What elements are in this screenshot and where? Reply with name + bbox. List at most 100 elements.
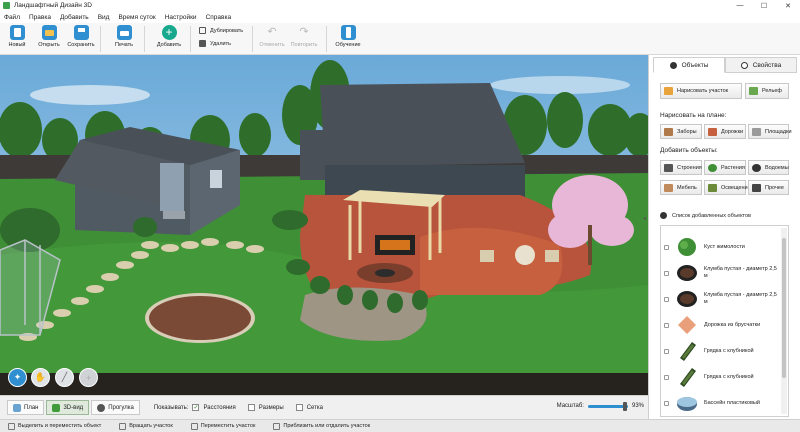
ruler-icon: ╱: [61, 372, 68, 382]
sizes-checkbox[interactable]: Размеры: [247, 404, 284, 411]
lock-icon[interactable]: [664, 244, 669, 250]
grid-checkbox[interactable]: Сетка: [295, 404, 324, 411]
list-item-label: Куст жимолости: [704, 243, 745, 250]
save-button[interactable]: Сохранить: [66, 25, 96, 48]
lock-icon[interactable]: [664, 400, 669, 406]
zoom-scale: Масштаб: 93%: [556, 401, 644, 411]
open-button[interactable]: Открыть: [34, 25, 64, 48]
list-item[interactable]: Клумба пустая - диаметр 2,5 м: [661, 260, 779, 286]
redo-button[interactable]: ↷ Повторить: [289, 25, 319, 48]
menu-add[interactable]: Добавить: [60, 14, 89, 21]
undo-button[interactable]: ↶ Отменить: [257, 25, 287, 48]
hint-select: Выделить и переместить объект: [8, 422, 101, 430]
ponds-label: Водоемы: [765, 164, 789, 171]
chair-icon: [664, 183, 673, 192]
distances-checkbox[interactable]: ✓ Расстояния: [192, 404, 236, 411]
lock-icon[interactable]: [664, 348, 669, 354]
mode-plan[interactable]: План: [7, 400, 45, 415]
objects-list[interactable]: Куст жимолости Клумба пустая - диаметр 2…: [660, 225, 789, 417]
fences-button[interactable]: Заборы: [660, 124, 702, 139]
hint-move-label: Переместить участок: [200, 423, 256, 429]
save-label: Сохранить: [67, 42, 95, 48]
draw-plot-button[interactable]: Нарисовать участок: [660, 83, 742, 99]
relief-button[interactable]: Рельеф: [745, 83, 789, 99]
areas-button[interactable]: Площадки: [748, 124, 792, 139]
print-button[interactable]: Печать: [109, 25, 139, 48]
move-icon: [190, 422, 198, 430]
zoom-slider[interactable]: [587, 401, 628, 411]
buildings-button[interactable]: Строения: [660, 160, 702, 175]
menu-view[interactable]: Вид: [98, 14, 110, 21]
minimize-button[interactable]: —: [728, 2, 752, 9]
mode-walk[interactable]: Прогулка: [91, 400, 140, 415]
plants-button[interactable]: Растения: [704, 160, 746, 175]
list-item[interactable]: Куст жимолости: [661, 234, 779, 260]
list-item-label: Бассейн пластиковый: [704, 399, 760, 406]
toolbar: Новый Открыть Сохранить Печать + Добавит…: [0, 23, 800, 55]
list-item[interactable]: Дорожка из брусчатки: [661, 312, 779, 338]
lighting-button[interactable]: Освещение: [704, 180, 751, 195]
fences-label: Заборы: [677, 128, 697, 135]
add-button[interactable]: + Добавить: [154, 25, 184, 48]
zoom-slider-thumb[interactable]: [623, 401, 628, 411]
close-button[interactable]: ✕: [776, 2, 800, 10]
list-item-label: Клумба пустая - диаметр 2,5 м: [703, 292, 777, 305]
plot-icon: [664, 87, 673, 95]
pond-icon: [752, 163, 761, 172]
menu-bar: Файл Правка Добавить Вид Время суток Нас…: [0, 11, 800, 23]
pan-view-button[interactable]: ✋: [31, 368, 50, 387]
path-icon: [708, 127, 717, 136]
list-item[interactable]: Грядка с клубникой: [661, 338, 779, 364]
mode-plan-label: План: [24, 404, 39, 411]
delete-button[interactable]: Удалить: [199, 40, 231, 47]
title-bar: Ландшафтный Дизайн 3D — ☐ ✕: [0, 0, 800, 11]
flowerbed-thumbnail: [676, 288, 698, 310]
furniture-button[interactable]: Мебель: [660, 180, 702, 195]
lock-icon[interactable]: [664, 270, 669, 276]
learn-button[interactable]: Обучение: [333, 25, 363, 48]
rotate-icon: [119, 422, 127, 430]
list-item-label: Клумба пустая - диаметр 2,5 м: [703, 266, 777, 279]
terrain-icon: [749, 87, 758, 95]
menu-settings[interactable]: Настройки: [165, 14, 197, 21]
draw-on-plan-label: Нарисовать на плане:: [660, 112, 727, 119]
maximize-button[interactable]: ☐: [752, 2, 776, 10]
menu-time-of-day[interactable]: Время суток: [118, 14, 155, 21]
mode-3d[interactable]: 3D-вид: [46, 400, 90, 415]
walk-icon: [97, 403, 106, 412]
menu-edit[interactable]: Правка: [29, 14, 51, 21]
list-item[interactable]: Грядка с клубникой: [661, 364, 779, 390]
window-title: Ландшафтный Дизайн 3D: [14, 2, 92, 9]
plus-icon: +: [85, 372, 92, 383]
list-item[interactable]: Бассейн пластиковый: [661, 390, 779, 416]
tab-properties[interactable]: Свойства: [725, 57, 797, 73]
ponds-button[interactable]: Водоемы: [748, 160, 789, 175]
ruler-button[interactable]: ╱: [55, 368, 74, 387]
lock-icon[interactable]: [664, 296, 669, 302]
zoom-button[interactable]: +: [79, 368, 98, 387]
list-icon: [660, 212, 667, 219]
redo-label: Повторить: [290, 42, 318, 48]
lock-icon[interactable]: [664, 322, 669, 328]
duplicate-button[interactable]: Дублировать: [199, 27, 243, 34]
list-scrollbar-thumb[interactable]: [782, 238, 786, 378]
grid-label: Сетка: [306, 404, 324, 411]
3d-viewport[interactable]: ✦ ✋ ╱ + ◂: [0, 55, 648, 395]
objects-list-title: Список добавленных объектов: [672, 212, 751, 219]
paths-button[interactable]: Дорожки: [704, 124, 746, 139]
other-button[interactable]: Прочее: [748, 180, 789, 195]
tab-objects-label: Объекты: [681, 61, 709, 69]
new-button[interactable]: Новый: [2, 25, 32, 48]
menu-file[interactable]: Файл: [4, 14, 20, 21]
list-item[interactable]: Клумба пустая - диаметр 2,5 м: [661, 286, 779, 312]
lock-icon[interactable]: [664, 374, 669, 380]
hint-rotate: Вращать участок: [119, 422, 173, 430]
furniture-label: Мебель: [677, 184, 697, 191]
undo-icon: ↶: [267, 26, 277, 38]
scroll-wheel-icon: [273, 422, 281, 430]
tab-objects[interactable]: Объекты: [653, 57, 725, 73]
rotate-view-button[interactable]: ✦: [8, 368, 27, 387]
plants-label: Растения: [721, 164, 745, 171]
menu-help[interactable]: Справка: [206, 14, 232, 21]
scale-label: Масштаб:: [556, 403, 584, 409]
